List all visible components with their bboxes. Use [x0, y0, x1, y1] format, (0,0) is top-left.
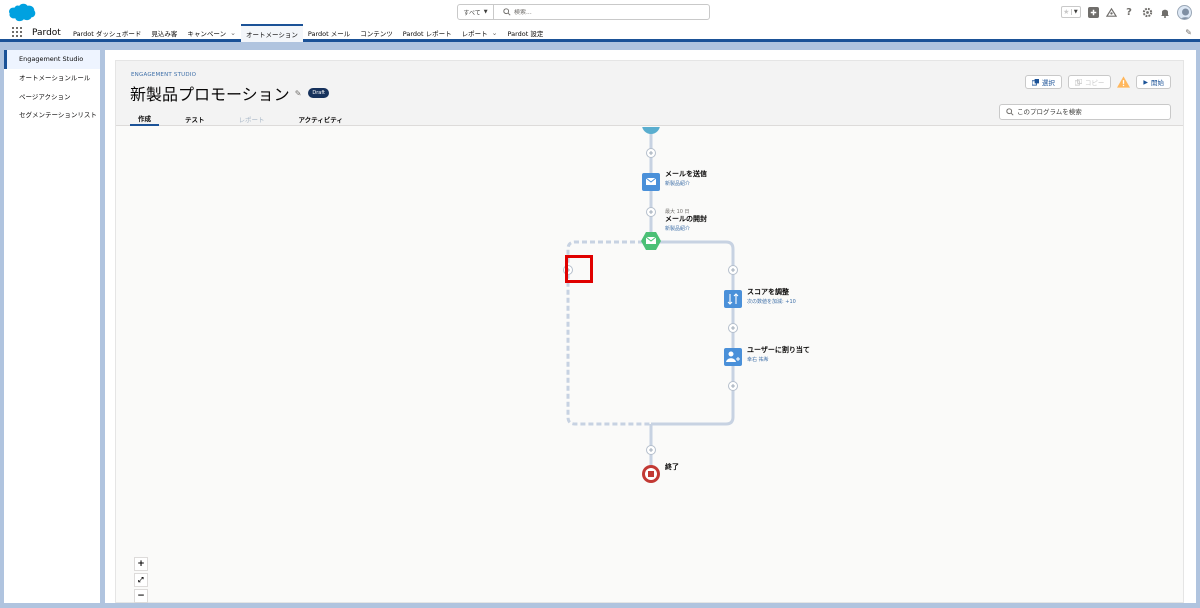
- send-email-label: メールを送信: [665, 170, 707, 178]
- help-icon[interactable]: ?: [1123, 6, 1135, 18]
- copy-button[interactable]: コピー: [1067, 75, 1112, 89]
- global-search[interactable]: すべて ▼: [457, 4, 710, 20]
- copy-button-label: コピー: [1084, 79, 1105, 87]
- end-label: 終了: [665, 463, 679, 471]
- main-content: ENGAGEMENT STUDIO 新製品プロモーション ✎ Draft 作成 テ…: [105, 50, 1196, 603]
- nav-tab-4[interactable]: Pardot メール: [303, 24, 355, 42]
- app-launcher-icon[interactable]: [12, 27, 22, 37]
- play-icon: ▶: [1143, 78, 1148, 86]
- chevron-down-icon[interactable]: ⌄: [492, 29, 498, 37]
- favorites-button[interactable]: ★ ▼: [1061, 6, 1081, 18]
- nav-tab-label: Pardot メール: [307, 30, 351, 38]
- program-tab-2[interactable]: レポート: [231, 111, 273, 126]
- sidebar-item-2[interactable]: ページアクション: [4, 88, 100, 107]
- assign-user-node: [724, 348, 742, 366]
- nav-tab-5[interactable]: コンテンツ: [355, 24, 398, 42]
- global-search-input[interactable]: [514, 8, 704, 16]
- zoom-controls: + ⤢ −: [134, 557, 148, 603]
- assign-user-label: ユーザーに割り当て: [747, 346, 810, 354]
- email-open-sub[interactable]: 新製品紹介: [665, 225, 690, 232]
- edit-nav-pencil-icon[interactable]: ✎: [1185, 28, 1192, 37]
- nav-tab-label: Pardot ダッシュボード: [73, 30, 142, 38]
- nav-tab-label: Pardot レポート: [402, 30, 452, 38]
- flow-diagram: [563, 127, 742, 483]
- program-tab-1[interactable]: テスト: [177, 111, 213, 126]
- search-scope-label: すべて: [463, 9, 481, 17]
- select-icon: [1031, 78, 1039, 86]
- program-eyebrow: ENGAGEMENT STUDIO: [131, 72, 197, 78]
- select-button[interactable]: 選択: [1024, 75, 1062, 89]
- yes-branch-connector: [651, 240, 735, 426]
- highlight-box: [565, 255, 593, 283]
- caret-down-icon: ▼: [483, 9, 488, 15]
- copy-icon: [1074, 78, 1082, 86]
- program-header: ENGAGEMENT STUDIO 新製品プロモーション ✎ Draft 作成 テ…: [116, 61, 1183, 126]
- nav-tab-3[interactable]: オートメーション: [240, 24, 303, 42]
- user-icon: [728, 351, 734, 357]
- trailhead-icon[interactable]: [1105, 6, 1117, 18]
- nav-tab-label: コンテンツ: [360, 30, 393, 38]
- engagement-program-card: ENGAGEMENT STUDIO 新製品プロモーション ✎ Draft 作成 テ…: [115, 60, 1184, 603]
- nav-tab-label: 見込み客: [151, 30, 178, 38]
- star-icon[interactable]: ★: [1062, 8, 1071, 16]
- header-utility-icons: ★ ▼ ?: [1061, 4, 1192, 20]
- search-icon: [500, 5, 514, 19]
- global-header: すべて ▼ ★▼ ?: [0, 0, 1200, 24]
- gear-icon[interactable]: [1141, 6, 1153, 18]
- program-title: 新製品プロモーション: [130, 85, 290, 104]
- start-button[interactable]: ▶ 開始: [1136, 75, 1171, 89]
- sidebar-item-0[interactable]: Engagement Studio: [4, 50, 100, 69]
- automation-sidebar: Engagement Studio オートメーションルール ページアクション セグメン…: [4, 50, 100, 603]
- adjust-score-label: スコアを調整: [747, 288, 789, 296]
- stop-icon: [648, 471, 654, 477]
- select-button-label: 選択: [1041, 79, 1055, 87]
- zoom-fit-button[interactable]: ⤢: [134, 573, 148, 587]
- caret-down-icon[interactable]: ▼: [1070, 9, 1081, 15]
- program-title-row: 新製品プロモーション ✎ Draft: [130, 81, 329, 105]
- adjust-score-sub: 次の数値を加減: +10: [747, 299, 796, 305]
- nav-tab-label: Pardot 設定: [507, 30, 544, 38]
- nav-tab-7[interactable]: レポート ⌄: [457, 24, 503, 42]
- search-icon: [1003, 105, 1017, 119]
- program-tab-3[interactable]: アクティビティ: [291, 111, 351, 126]
- status-badge: Draft: [308, 88, 329, 98]
- nav-tab-8[interactable]: Pardot 設定: [502, 24, 548, 42]
- program-tabs: 作成 テスト レポート アクティビティ: [130, 111, 351, 126]
- edit-title-pencil-icon[interactable]: ✎: [295, 89, 302, 98]
- send-email-sub[interactable]: 新製品紹介: [665, 180, 690, 187]
- assign-user-sub[interactable]: 幸右 祐希: [747, 356, 769, 363]
- program-actions: 選択 コピー ▶ 開始: [1024, 75, 1171, 89]
- salesforce-logo-icon[interactable]: [7, 3, 37, 22]
- search-scope-select[interactable]: すべて ▼: [458, 5, 494, 19]
- nav-tab-label: オートメーション: [245, 31, 298, 39]
- chevron-down-icon[interactable]: ⌄: [230, 29, 236, 37]
- nav-tab-1[interactable]: 見込み客: [146, 24, 182, 42]
- app-name: Pardot: [32, 28, 61, 38]
- adjust-score-node: [724, 290, 742, 308]
- flow-canvas[interactable]: メールを送信 新製品紹介 最大 10 日 メールの開封 新製品紹介 スコアを調整…: [116, 127, 1183, 604]
- zoom-out-button[interactable]: −: [134, 589, 148, 603]
- nav-tab-2[interactable]: キャンペーン ⌄: [182, 24, 241, 42]
- program-search-input[interactable]: [1017, 108, 1167, 116]
- sidebar-item-1[interactable]: オートメーションルール: [4, 69, 100, 88]
- program-search[interactable]: [999, 104, 1171, 120]
- bell-icon[interactable]: [1159, 6, 1171, 18]
- app-nav-bar: Pardot Pardot ダッシュボード 見込み客 キャンペーン ⌄ オートメーション…: [0, 24, 1200, 42]
- nav-tab-6[interactable]: Pardot レポート: [398, 24, 457, 42]
- previous-node: [642, 127, 660, 134]
- warning-icon[interactable]: [1117, 76, 1131, 88]
- email-open-label: メールの開封: [665, 215, 707, 223]
- nav-tab-label: レポート: [461, 30, 488, 38]
- program-tab-0[interactable]: 作成: [130, 111, 159, 126]
- sidebar-item-3[interactable]: セグメンテーションリスト: [4, 106, 100, 125]
- zoom-in-button[interactable]: +: [134, 557, 148, 571]
- nav-tabs: Pardot ダッシュボード 見込み客 キャンペーン ⌄ オートメーション Pardot …: [68, 24, 548, 42]
- add-icon[interactable]: [1087, 6, 1099, 18]
- nav-tab-0[interactable]: Pardot ダッシュボード: [68, 24, 146, 42]
- nav-tab-label: キャンペーン: [187, 30, 227, 38]
- user-avatar[interactable]: [1177, 4, 1192, 20]
- start-button-label: 開始: [1151, 79, 1164, 87]
